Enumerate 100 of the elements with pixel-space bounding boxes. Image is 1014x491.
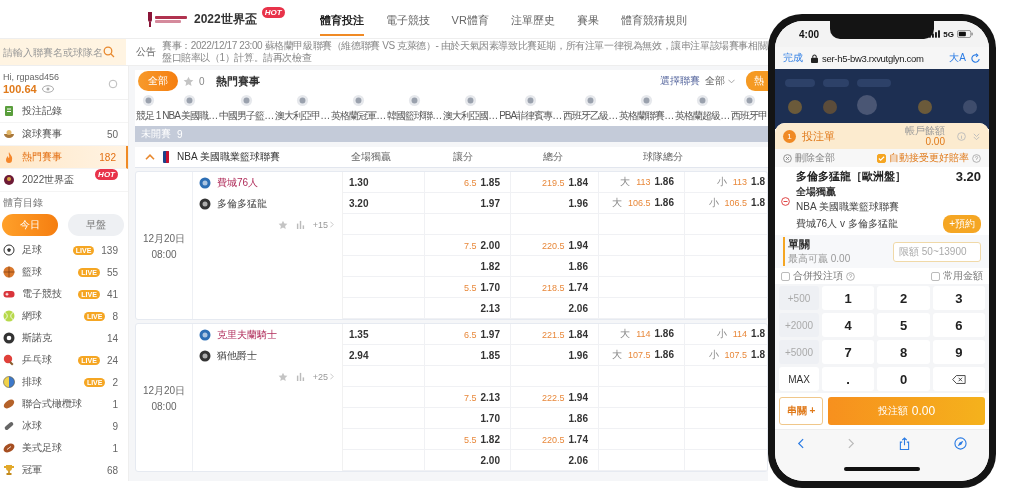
nav-tab[interactable]: 體育投注 <box>319 2 364 36</box>
keypad-key[interactable]: 2 <box>877 286 930 310</box>
league-tab[interactable]: 英格蘭聯賽… <box>618 94 675 123</box>
star-icon[interactable] <box>277 371 288 382</box>
minus-circle-icon[interactable] <box>781 196 790 206</box>
odds-button[interactable]: 小 114 1.8 <box>716 327 765 341</box>
keypad-key[interactable]: 6 <box>932 313 985 337</box>
odds-button[interactable]: 大 106.5 1.86 <box>612 196 674 210</box>
odds-button[interactable]: 1.35 <box>349 328 369 340</box>
double-chevron-icon[interactable] <box>972 131 981 141</box>
odds-button[interactable]: 2.00 <box>480 454 500 466</box>
reload-icon[interactable] <box>970 52 981 64</box>
odds-button[interactable]: 1.86 <box>568 412 588 424</box>
odds-button[interactable]: 大 113 1.86 <box>620 175 674 189</box>
league-tab[interactable]: 中國男子籃… <box>218 94 275 123</box>
event-link[interactable]: 2022世界盃 <box>194 10 257 28</box>
backspace-key[interactable] <box>932 367 985 391</box>
odds-button[interactable]: 2.06 <box>568 302 588 314</box>
keypad-key[interactable]: 3 <box>932 286 985 310</box>
quick-amount-key[interactable]: MAX <box>779 367 819 391</box>
team-name[interactable]: 猶他爵士 <box>217 348 257 363</box>
odds-button[interactable]: 7.5 2.00 <box>464 239 500 251</box>
odds-button[interactable]: 6.5 1.85 <box>464 176 500 188</box>
checkbox[interactable] <box>931 271 940 281</box>
odds-button[interactable]: 小 106.5 1.8 <box>708 196 765 210</box>
keypad-key[interactable]: 8 <box>877 340 930 364</box>
keypad-key[interactable]: 9 <box>932 340 985 364</box>
sport-item[interactable]: 聯合式橄欖球 1 <box>0 393 128 415</box>
menu-item[interactable]: 2022世界盃 HOT <box>0 169 128 192</box>
team-name[interactable]: 克里夫蘭騎士 <box>217 327 277 342</box>
odds-button[interactable]: 5.5 1.70 <box>464 281 500 293</box>
eye-icon[interactable] <box>41 85 54 93</box>
league-select[interactable]: 全部 <box>705 74 735 88</box>
keypad-key[interactable]: . <box>822 367 875 391</box>
odds-button[interactable]: 1.30 <box>349 176 369 188</box>
keypad-key[interactable]: 4 <box>822 313 875 337</box>
nav-tab[interactable]: 體育競猜規則 <box>620 2 687 36</box>
bar-chart-icon[interactable] <box>295 220 305 229</box>
search-field[interactable]: 請輸入聯賽名或球隊名 <box>0 39 126 65</box>
odds-button[interactable]: 1.97 <box>480 197 500 209</box>
keypad-key[interactable]: 1 <box>822 286 875 310</box>
star-icon[interactable] <box>277 219 288 230</box>
back-icon[interactable] <box>797 437 804 449</box>
odds-button[interactable]: 小 107.5 1.8 <box>708 348 765 362</box>
odds-button[interactable]: 1.85 <box>480 349 500 361</box>
period-toggle[interactable]: 早盤 <box>68 214 124 236</box>
odds-button[interactable]: 219.5 1.84 <box>542 176 588 188</box>
nav-tab[interactable]: VR體育 <box>451 2 489 36</box>
team-name[interactable]: 費城76人 <box>217 175 259 190</box>
odds-button[interactable]: 1.96 <box>568 349 588 361</box>
keypad-key[interactable]: 0 <box>877 367 930 391</box>
share-icon[interactable] <box>899 436 910 450</box>
odds-button[interactable]: 222.5 1.94 <box>542 391 588 403</box>
league-tab[interactable]: NBA 美國職… <box>161 94 219 123</box>
odds-button[interactable]: 大 107.5 1.86 <box>612 348 674 362</box>
keypad-key[interactable]: 5 <box>877 313 930 337</box>
sport-item[interactable]: 斯諾克 14 <box>0 327 128 349</box>
league-tab[interactable]: 澳大利亞國… <box>442 94 499 123</box>
url-text[interactable]: ser-h5-bw3.rxvutglyn.com <box>822 52 946 64</box>
odds-button[interactable]: 1.86 <box>568 260 588 272</box>
text-size-button[interactable]: 大A <box>949 51 966 65</box>
nav-tab[interactable]: 賽果 <box>576 2 599 36</box>
sport-item[interactable]: 美式足球 1 <box>0 437 128 459</box>
odds-button[interactable]: 220.5 1.74 <box>542 433 588 445</box>
league-tab[interactable]: 西班牙甲 <box>730 94 769 123</box>
help-icon[interactable] <box>972 153 981 163</box>
star-icon[interactable] <box>183 75 194 87</box>
odds-button[interactable]: 3.20 <box>349 197 369 209</box>
odds-button[interactable]: 1.82 <box>480 260 500 272</box>
stake-input[interactable]: 限額 50~13900 <box>893 241 981 262</box>
collapse-caret-icon[interactable] <box>145 154 155 160</box>
info-icon[interactable] <box>957 131 966 141</box>
odds-button[interactable]: 大 114 1.86 <box>620 327 674 341</box>
nav-tab[interactable]: 電子競技 <box>385 2 430 36</box>
odds-button[interactable]: 2.94 <box>349 349 369 361</box>
league-tab[interactable]: 西班牙乙級… <box>562 94 619 123</box>
keypad-key[interactable]: 7 <box>822 340 875 364</box>
sport-item[interactable]: 冠軍 68 <box>0 459 128 481</box>
checkbox[interactable] <box>877 153 886 163</box>
odds-button[interactable]: 2.13 <box>480 302 500 314</box>
checkbox[interactable] <box>781 271 790 281</box>
help-icon[interactable] <box>846 271 855 281</box>
odds-button[interactable]: 218.5 1.74 <box>542 281 588 293</box>
forward-icon[interactable] <box>848 437 855 449</box>
odds-button[interactable]: 7.5 2.13 <box>464 391 500 403</box>
menu-item[interactable]: 投注記錄 <box>0 100 128 123</box>
odds-button[interactable]: 220.5 1.94 <box>542 239 588 251</box>
league-tab[interactable]: 韓國籃球聯… <box>386 94 443 123</box>
odds-button[interactable]: 小 113 1.8 <box>716 175 765 189</box>
odds-button[interactable]: 1.96 <box>568 197 588 209</box>
league-tab[interactable]: 澳大利亞甲… <box>274 94 331 123</box>
team-name[interactable]: 多倫多猛龍 <box>217 196 267 211</box>
search-icon[interactable] <box>103 46 115 58</box>
league-tab[interactable]: PBA菲律賓專… <box>498 94 563 123</box>
odds-button[interactable]: 2.06 <box>568 454 588 466</box>
odds-button[interactable]: 6.5 1.97 <box>464 328 500 340</box>
sport-item[interactable]: 冰球 9 <box>0 415 128 437</box>
delete-all-button[interactable]: 刪除全部 <box>783 151 835 165</box>
nav-tab[interactable]: 注單歷史 <box>510 2 555 36</box>
odds-button[interactable]: 221.5 1.84 <box>542 328 588 340</box>
